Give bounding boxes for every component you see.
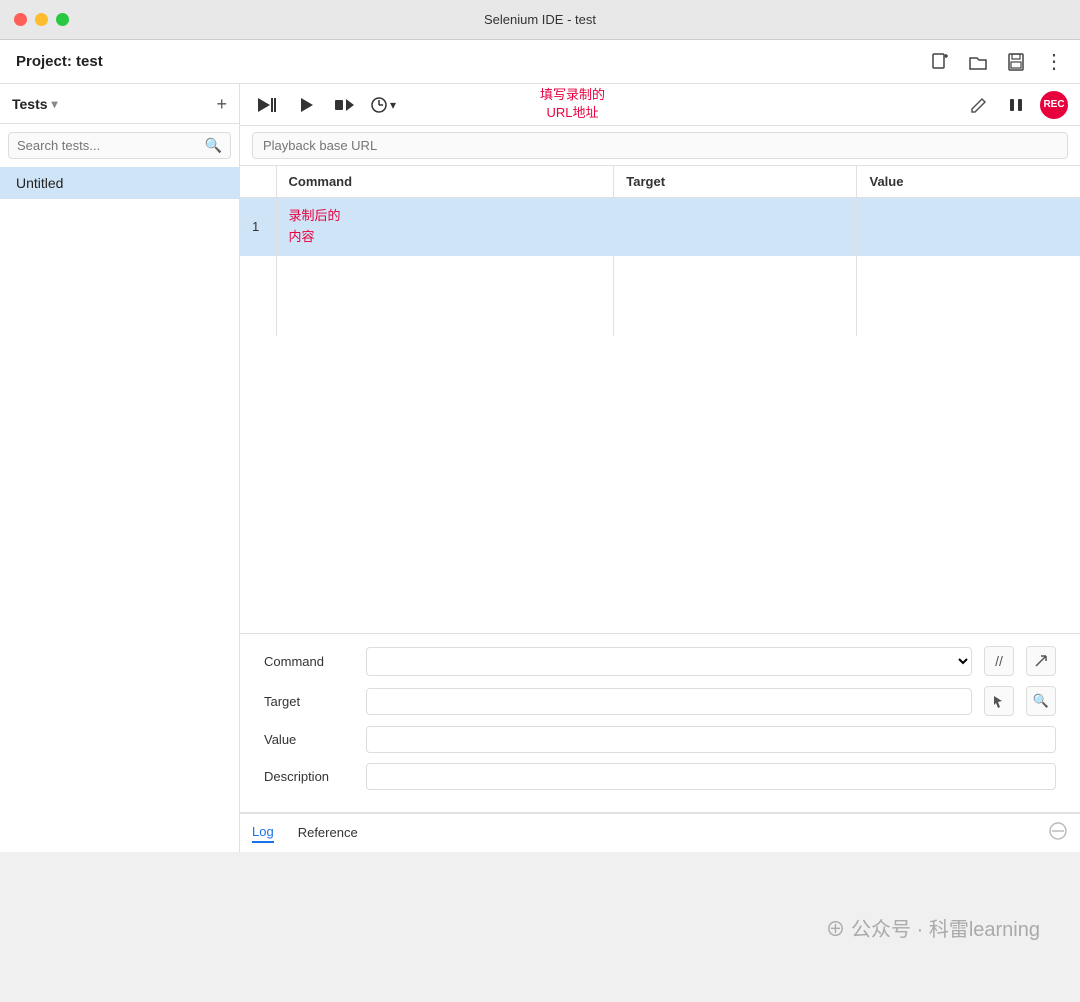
search-box: 🔍 (8, 132, 231, 159)
maximize-button[interactable] (56, 13, 69, 26)
open-icon (1034, 654, 1048, 668)
sidebar-header: Tests ▾ + (0, 84, 239, 124)
urlbar: 填写录制的 URL地址 (240, 126, 1080, 166)
tab-log[interactable]: Log (252, 824, 274, 843)
speed-button[interactable]: ▾ (370, 96, 396, 114)
search-icon: 🔍 (205, 137, 222, 154)
content-area: Tests ▾ + 🔍 Untitled 测试用例 播放按钮 (0, 84, 1080, 852)
tests-header: Tests ▾ (12, 96, 58, 112)
row-value (857, 198, 1080, 256)
main-panel: 播放按钮 播放速度设置 (240, 84, 1080, 852)
tests-label: Tests (12, 96, 48, 112)
watermark: ⊕ 公众号 · 科雷learning (0, 852, 1080, 1002)
col-target: Target (614, 166, 857, 198)
minimize-button[interactable] (35, 13, 48, 26)
edit-icon (970, 96, 988, 114)
edit-button[interactable] (966, 92, 992, 118)
description-row: Description (264, 763, 1056, 790)
table-row[interactable]: 1 录制后的 内容 (240, 198, 1080, 256)
target-select-btn[interactable] (984, 686, 1014, 716)
topbar: Project: test (0, 40, 1080, 84)
more-options-button[interactable]: ⋮ (1044, 52, 1064, 72)
new-file-button[interactable] (930, 52, 950, 72)
new-file-icon (930, 52, 950, 72)
target-row: Target 🔍 (264, 686, 1056, 716)
command-form: Command // Target (240, 633, 1080, 812)
command-label: Command (264, 654, 354, 669)
search-icon: 🔍 (1033, 693, 1049, 709)
run-all-button[interactable] (252, 92, 282, 118)
table-row-empty-2 (240, 296, 1080, 336)
annotation-recorded-content: 录制后的 内容 (289, 208, 341, 244)
description-input[interactable] (366, 763, 1056, 790)
description-label: Description (264, 769, 354, 784)
step-icon (334, 97, 354, 113)
command-select[interactable] (366, 647, 972, 676)
comment-icon: // (995, 653, 1003, 669)
command-comment-btn[interactable]: // (984, 646, 1014, 676)
run-all-icon (256, 96, 278, 114)
col-num (240, 166, 276, 198)
topbar-icons: ⋮ (930, 52, 1064, 72)
open-folder-icon (968, 52, 988, 72)
no-entry-icon (1048, 821, 1068, 841)
window-controls (14, 13, 69, 26)
save-icon (1006, 52, 1026, 72)
search-input[interactable] (17, 138, 205, 153)
target-search-btn[interactable]: 🔍 (1026, 686, 1056, 716)
cursor-icon (992, 694, 1006, 708)
row-target (614, 198, 857, 256)
titlebar: Selenium IDE - test (0, 0, 1080, 40)
save-button[interactable] (1006, 52, 1026, 72)
bottom-bar: Log Reference (240, 812, 1080, 852)
pause-icon (1008, 97, 1024, 113)
window-title: Selenium IDE - test (484, 12, 596, 27)
table-header-row: Command Target Value (240, 166, 1080, 198)
more-icon: ⋮ (1044, 52, 1064, 72)
record-button[interactable]: REC (1040, 91, 1068, 119)
test-item-untitled[interactable]: Untitled (0, 167, 239, 199)
rec-btn-wrapper: REC 录制按钮 (1040, 91, 1068, 119)
chevron-down-icon: ▾ (52, 97, 58, 111)
tab-reference[interactable]: Reference (298, 825, 358, 842)
command-row: Command // (264, 646, 1056, 676)
sidebar-test-list: Untitled 测试用例 (0, 167, 239, 199)
target-label: Target (264, 694, 354, 709)
row-number: 1 (240, 198, 276, 256)
col-value: Value (857, 166, 1080, 198)
open-folder-button[interactable] (968, 52, 988, 72)
value-label: Value (264, 732, 354, 747)
watermark-text: ⊕ 公众号 · 科雷learning (826, 913, 1041, 942)
run-icon (298, 97, 314, 113)
add-test-button[interactable]: + (216, 95, 227, 113)
speed-dropdown-icon: ▾ (390, 98, 396, 112)
command-table-area: Command Target Value 1 录制后的 内容 (240, 166, 1080, 633)
run-button[interactable] (294, 93, 318, 117)
table-row-empty-1 (240, 256, 1080, 296)
target-input[interactable] (366, 688, 972, 715)
project-label: Project: test (16, 53, 103, 70)
close-button[interactable] (14, 13, 27, 26)
value-input[interactable] (366, 726, 1056, 753)
sidebar: Tests ▾ + 🔍 Untitled 测试用例 (0, 84, 240, 852)
bottom-right-icon (1048, 821, 1068, 846)
app-container: Project: test (0, 40, 1080, 852)
command-open-btn[interactable] (1026, 646, 1056, 676)
speed-icon (370, 96, 388, 114)
url-input[interactable] (252, 132, 1068, 159)
value-row: Value (264, 726, 1056, 753)
command-table: Command Target Value 1 录制后的 内容 (240, 166, 1080, 336)
step-button[interactable] (330, 93, 358, 117)
toolbar: 播放按钮 播放速度设置 (240, 84, 1080, 126)
row-command: 录制后的 内容 (276, 198, 614, 256)
pause-button[interactable] (1004, 93, 1028, 117)
col-command: Command (276, 166, 614, 198)
